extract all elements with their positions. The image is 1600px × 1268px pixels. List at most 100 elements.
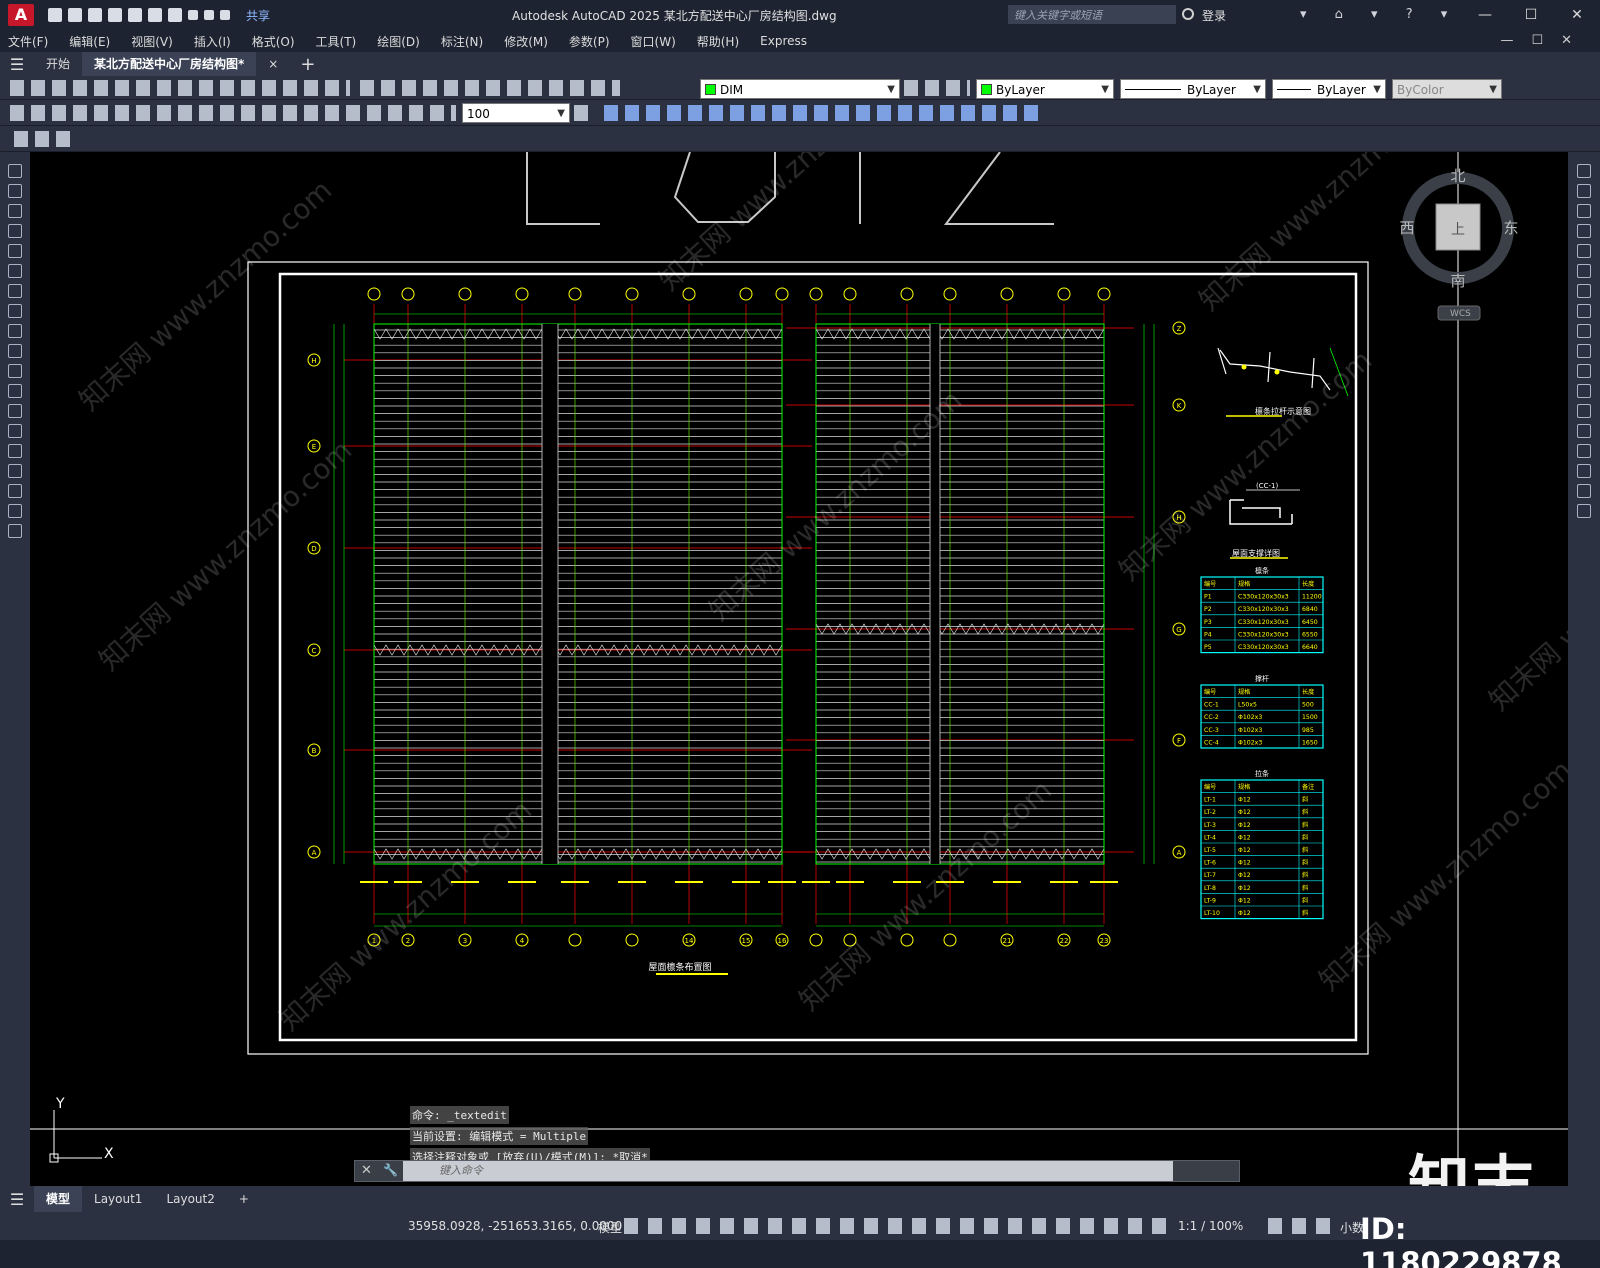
draw-tool-icon[interactable] [8, 164, 22, 178]
layer-state-icons[interactable] [904, 80, 970, 96]
menu-insert[interactable]: 插入(I) [194, 33, 231, 50]
menu-help[interactable]: 帮助(H) [697, 33, 739, 50]
menu-dimension[interactable]: 标注(N) [441, 33, 483, 50]
modify-tool-icon[interactable] [1577, 264, 1591, 278]
modify-tool-icon[interactable] [1577, 324, 1591, 338]
dimscale-combo[interactable]: 100 ▼ [462, 103, 570, 123]
tab-layout1[interactable]: Layout1 [82, 1186, 154, 1212]
standard-toolbar-icons[interactable] [10, 80, 350, 96]
new-tab-button[interactable]: + [290, 54, 325, 75]
tab-layout2[interactable]: Layout2 [154, 1186, 226, 1212]
workspace-icons[interactable] [1268, 1218, 1332, 1234]
layer-combo[interactable]: DIM ▼ [700, 79, 900, 99]
close-command-line-icon[interactable]: ✕ [361, 1163, 372, 1178]
annotation-scale[interactable]: 1:1 / 100% [1178, 1219, 1243, 1233]
customize-command-icon[interactable]: 🔧 [383, 1163, 398, 1177]
tab-model[interactable]: 模型 [34, 1186, 83, 1212]
share-button[interactable]: 共享 [246, 7, 270, 24]
plot-icon[interactable] [168, 8, 182, 22]
menu-modify[interactable]: 修改(M) [504, 33, 548, 50]
modify-tool-icon[interactable] [1577, 224, 1591, 238]
viewcube-south[interactable]: 南 [1450, 272, 1465, 290]
draw-tool-icon[interactable] [8, 444, 22, 458]
draw-tool-icon[interactable] [8, 244, 22, 258]
menu-tools[interactable]: 工具(T) [316, 33, 357, 50]
document-window-controls[interactable]: —☐✕ [1500, 33, 1590, 48]
draw-tool-icon[interactable] [8, 184, 22, 198]
tab-start[interactable]: 开始 [34, 52, 82, 76]
modify-tool-icon[interactable] [1577, 464, 1591, 478]
open-web-icon[interactable] [128, 8, 142, 22]
menu-parametric[interactable]: 参数(P) [569, 33, 610, 50]
tab-drawing[interactable]: 某北方配送中心厂房结构图* [82, 52, 257, 76]
modify-tool-icon[interactable] [1577, 344, 1591, 358]
lineweight-combo[interactable]: ByLayer ▼ [1272, 79, 1386, 99]
login-button[interactable]: 登录 [1202, 7, 1226, 24]
coordinates-readout[interactable]: 35958.0928, -251653.3165, 0.0000 [408, 1219, 622, 1233]
viewcube-north[interactable]: 北 [1450, 167, 1465, 185]
open-file-icon[interactable] [68, 8, 82, 22]
menu-window[interactable]: 窗口(W) [631, 33, 676, 50]
draw-tool-icon[interactable] [8, 344, 22, 358]
menu-view[interactable]: 视图(V) [131, 33, 173, 50]
modify-tool-icon[interactable] [1577, 424, 1591, 438]
modify-tool-icon[interactable] [1577, 204, 1591, 218]
autocad-logo-icon[interactable]: A [8, 4, 34, 26]
cart-icon[interactable]: ▾ ⌂ ▾ ? ▾ [1300, 7, 1459, 22]
draw-tool-icon[interactable] [8, 404, 22, 418]
file-tabs-menu-icon[interactable]: ☰ [0, 55, 34, 74]
save-icon[interactable] [88, 8, 102, 22]
modify-tool-icon[interactable] [1577, 444, 1591, 458]
tab-close-icon[interactable]: × [256, 52, 290, 76]
viewcube[interactable]: 上 北 南 东 西 WCS [1399, 167, 1519, 321]
model-space-button[interactable]: 模型 [598, 1219, 622, 1236]
draw-tool-icon[interactable] [8, 384, 22, 398]
menu-express[interactable]: Express [760, 34, 807, 48]
modify-toolbar-icons[interactable] [604, 105, 1044, 121]
extra-toolbar-icons[interactable] [14, 131, 76, 147]
save-web-icon[interactable] [148, 8, 162, 22]
draw-tool-icon[interactable] [8, 424, 22, 438]
layer-tools-icons[interactable] [360, 80, 620, 96]
draw-tool-icon[interactable] [8, 484, 22, 498]
modify-tool-icon[interactable] [1577, 504, 1591, 518]
modify-tool-icon[interactable] [1577, 384, 1591, 398]
modify-tool-icon[interactable] [1577, 184, 1591, 198]
dimension-toolbar-icons[interactable] [10, 105, 456, 121]
menu-format[interactable]: 格式(O) [252, 33, 295, 50]
viewcube-west[interactable]: 西 [1399, 219, 1414, 237]
redo-icon[interactable] [204, 10, 214, 20]
draw-tool-icon[interactable] [8, 364, 22, 378]
minimize-icon[interactable]: — [1462, 0, 1508, 30]
modify-tool-icon[interactable] [1577, 404, 1591, 418]
draw-tool-icon[interactable] [8, 264, 22, 278]
search-icon[interactable] [1182, 8, 1194, 20]
viewcube-east[interactable]: 东 [1503, 219, 1518, 237]
draw-tool-icon[interactable] [8, 504, 22, 518]
draw-tool-icon[interactable] [8, 284, 22, 298]
draw-tool-icon[interactable] [8, 524, 22, 538]
menu-edit[interactable]: 编辑(E) [69, 33, 110, 50]
add-layout-button[interactable]: + [227, 1186, 261, 1212]
drafting-settings-icons[interactable] [624, 1218, 1170, 1234]
draw-tool-icon[interactable] [8, 204, 22, 218]
modify-tool-icon[interactable] [1577, 164, 1591, 178]
customize-qat-icon[interactable] [220, 10, 230, 20]
close-icon[interactable]: ✕ [1554, 0, 1600, 30]
undo-icon[interactable] [188, 10, 198, 20]
maximize-icon[interactable]: ☐ [1508, 0, 1554, 30]
draw-tool-icon[interactable] [8, 304, 22, 318]
new-file-icon[interactable] [48, 8, 62, 22]
menu-draw[interactable]: 绘图(D) [377, 33, 420, 50]
draw-tool-icon[interactable] [8, 224, 22, 238]
modify-tool-icon[interactable] [1577, 244, 1591, 258]
modify-tool-icon[interactable] [1577, 304, 1591, 318]
color-combo[interactable]: ByLayer ▼ [976, 79, 1114, 99]
search-input[interactable]: 键入关键字或短语 [1008, 5, 1176, 24]
modify-tool-icon[interactable] [1577, 284, 1591, 298]
command-input[interactable]: 键入命令 [403, 1161, 1173, 1181]
plotstyle-combo[interactable]: ByColor ▼ [1392, 79, 1502, 99]
draw-tool-icon[interactable] [8, 324, 22, 338]
linetype-combo[interactable]: ByLayer ▼ [1120, 79, 1266, 99]
modify-tool-icon[interactable] [1577, 364, 1591, 378]
